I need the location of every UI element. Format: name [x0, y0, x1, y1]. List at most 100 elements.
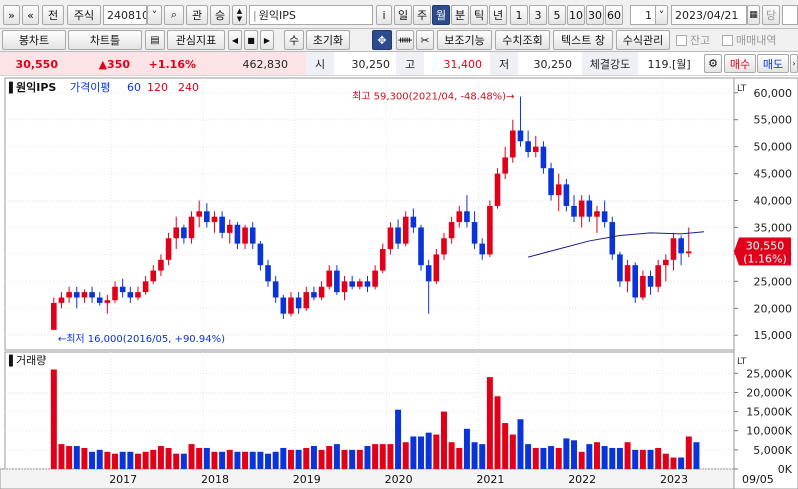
price-tick-label: 50,000	[754, 141, 793, 154]
volume-bar	[188, 444, 195, 469]
volume-bar	[257, 451, 264, 469]
candle-body	[601, 211, 608, 223]
volume-bar	[310, 446, 317, 469]
volume-bar	[127, 451, 134, 469]
volume-bar	[303, 447, 310, 469]
volume-bar	[555, 447, 562, 469]
volume-bar	[203, 447, 210, 469]
volume-bar	[280, 447, 287, 469]
chart-canvas[interactable]: 60,00055,00050,00045,00040,00035,00030,0…	[0, 0, 798, 489]
candle-body	[471, 222, 478, 244]
candle-body	[372, 270, 378, 287]
volume-bar	[150, 449, 157, 469]
volume-bar	[678, 457, 685, 469]
candle-body	[204, 211, 210, 223]
cursor-date-label: 09/05	[742, 473, 774, 486]
volume-bar	[165, 447, 172, 469]
price-tick-label: 15,000	[754, 329, 793, 342]
volume-bar	[372, 444, 379, 469]
high-annotation: 최고 59,300(2021/04, -48.48%)→	[352, 91, 514, 103]
volume-bar	[639, 449, 646, 469]
volume-bar	[73, 446, 80, 469]
price-tick-label: 45,000	[754, 168, 793, 181]
candle-body	[571, 205, 577, 217]
volume-bar	[463, 428, 470, 469]
volume-bar	[685, 436, 692, 469]
volume-tick-label: 0K	[778, 463, 793, 476]
candle-body	[81, 292, 88, 298]
volume-bar	[586, 444, 593, 469]
candle-body	[119, 286, 126, 293]
volume-bar	[157, 446, 164, 469]
volume-bar	[502, 423, 509, 469]
volume-bar	[670, 457, 677, 469]
volume-bar	[134, 453, 141, 469]
volume-bar	[517, 419, 524, 469]
price-tick-label: 40,000	[754, 195, 793, 208]
volume-bar	[242, 451, 249, 469]
candle-body	[73, 292, 80, 298]
volume-bar	[402, 442, 409, 469]
candle-body	[242, 227, 248, 244]
year-label: 2018	[201, 473, 229, 486]
volume-bar	[50, 369, 57, 469]
volume-bar	[58, 444, 65, 469]
volume-bar	[265, 453, 272, 469]
volume-bar	[295, 449, 302, 469]
volume-bar	[509, 434, 516, 469]
volume-bar	[333, 444, 340, 469]
low-annotation: ←최저 16,000(2016/05, +90.94%)	[58, 333, 225, 345]
volume-bar	[104, 451, 111, 469]
volume-tick-label: 15,000K	[746, 406, 792, 419]
legend-240: 240	[178, 81, 199, 94]
volume-bar	[578, 451, 585, 469]
chart-title: 원익IPS	[16, 80, 56, 94]
candle-body	[257, 243, 264, 266]
candle-body	[487, 205, 493, 255]
volume-bar	[356, 449, 363, 469]
price-tick-label: 20,000	[754, 302, 793, 315]
volume-scale-label: LT	[737, 357, 747, 367]
price-tag-pct: (1.16%)	[743, 252, 787, 265]
candle-body	[510, 130, 516, 158]
candle-body	[525, 141, 531, 153]
candle-body	[303, 292, 310, 309]
candle-body	[249, 227, 256, 244]
candle-body	[280, 297, 287, 314]
candle-body	[96, 297, 103, 303]
price-panel-frame	[4, 77, 735, 351]
volume-bar	[364, 446, 371, 469]
candle-body	[334, 270, 340, 293]
volume-bar	[287, 449, 294, 469]
candle-body	[502, 157, 508, 174]
candle-body	[441, 238, 447, 255]
candle-body	[150, 270, 157, 282]
volume-bar	[318, 449, 325, 469]
volume-bar	[440, 411, 447, 469]
price-tick-label: 25,000	[754, 275, 793, 288]
candle-body	[640, 275, 646, 298]
candle-body	[586, 200, 593, 217]
candle-body	[196, 211, 202, 217]
candle-body	[272, 281, 279, 298]
candle-body	[563, 184, 570, 206]
candle-body	[548, 168, 554, 196]
volume-bar	[655, 447, 662, 469]
volume-bar	[349, 449, 356, 469]
volume-title: 거래량	[16, 354, 46, 367]
volume-bar	[219, 451, 226, 469]
volume-bar	[379, 444, 386, 469]
year-label: 2022	[568, 473, 596, 486]
candle-body	[379, 249, 386, 271]
volume-bar	[211, 451, 218, 469]
candle-body	[402, 216, 409, 244]
price-tick-label: 55,000	[754, 114, 793, 127]
volume-tick-label: 10,000K	[746, 425, 792, 438]
volume-bar	[540, 447, 547, 469]
candle-body	[624, 265, 631, 282]
candle-body	[104, 300, 111, 303]
candle-body	[89, 292, 95, 298]
candle-body	[678, 238, 684, 254]
candle-body	[165, 238, 172, 260]
volume-bar	[234, 451, 241, 469]
